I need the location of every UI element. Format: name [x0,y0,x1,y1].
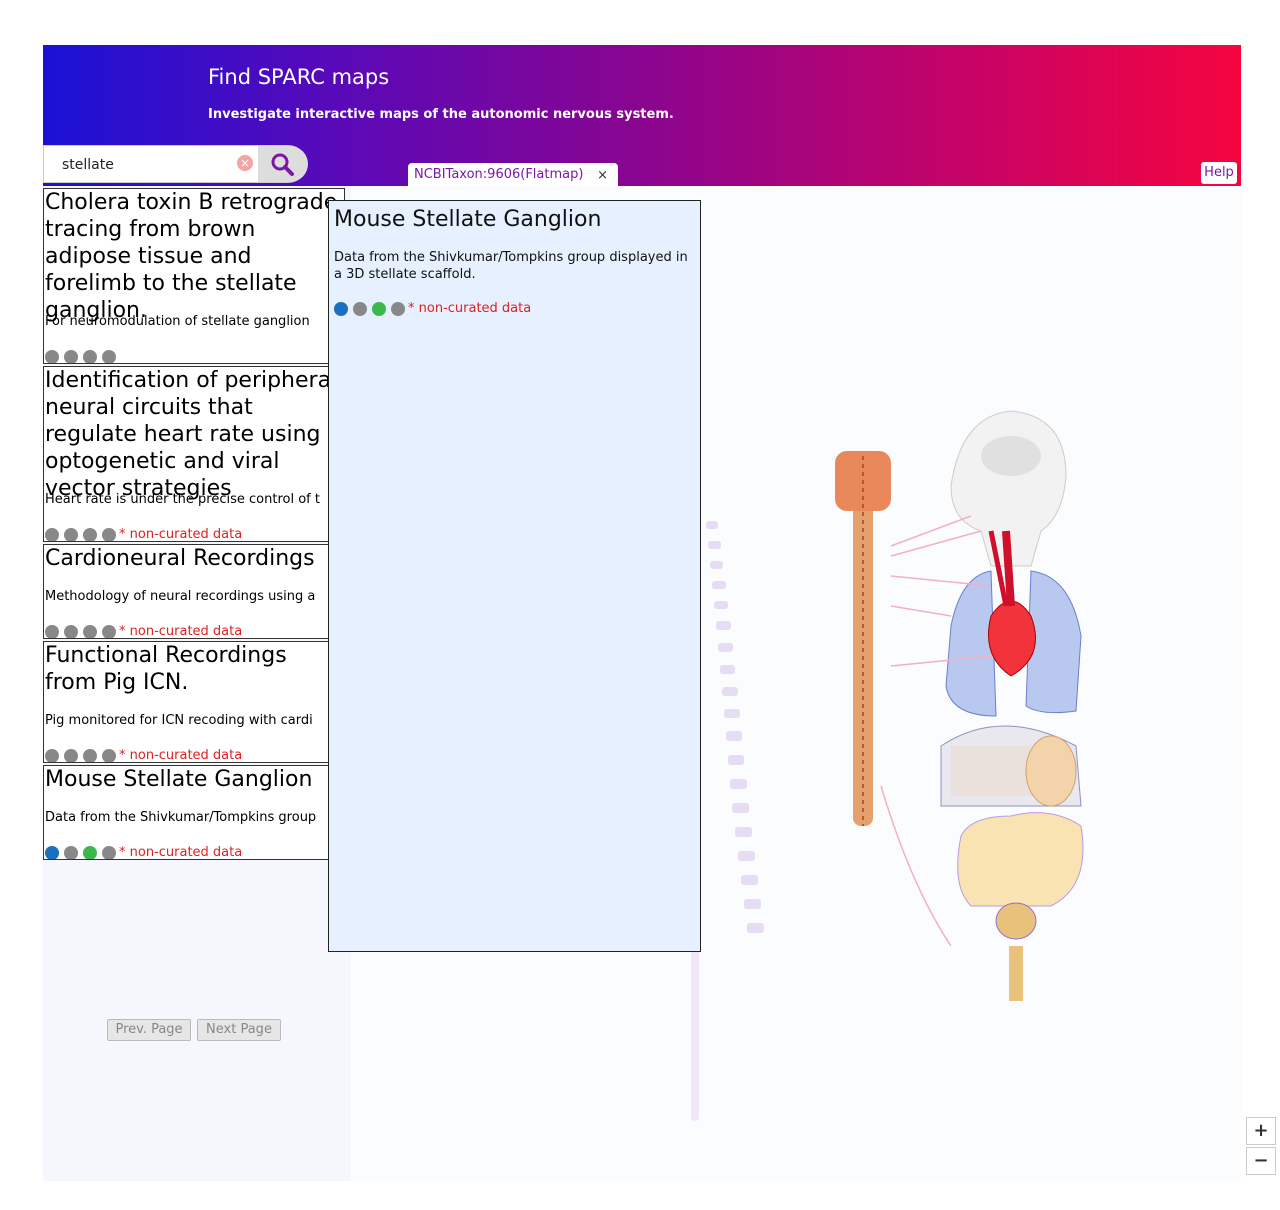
result-description: For neuromodulation of stellate ganglion [45,314,310,329]
status-dot[interactable] [45,349,59,363]
status-dot[interactable] [372,301,386,316]
search-bar: × [43,145,308,183]
tab-flatmap[interactable]: NCBITaxon:9606(Flatmap) × [408,163,618,186]
tab-label: NCBITaxon:9606(Flatmap) [414,167,584,182]
header-banner: Find SPARC maps Investigate interactive … [43,45,1241,186]
help-button[interactable]: Help [1201,162,1237,184]
status-dot[interactable] [64,845,78,859]
clear-search-icon[interactable]: × [237,155,253,171]
status-dot[interactable] [102,349,116,363]
search-button[interactable] [258,146,308,182]
dataset-popup: Mouse Stellate Ganglion Data from the Sh… [328,200,701,952]
search-input[interactable] [60,154,234,176]
status-dot[interactable] [391,301,405,316]
noncurated-label: * non-curated data [119,748,243,763]
status-dot[interactable] [83,748,97,762]
spine-decoration [691,521,764,1121]
result-title[interactable]: Identification of peripheral neural circ… [44,367,344,502]
result-card[interactable]: Cholera toxin B retrograde tracing from … [43,188,345,364]
result-dots: * non-curated data [45,745,242,762]
result-description: Methodology of neural recordings using a [45,589,316,604]
status-dot[interactable] [83,527,97,541]
status-dot[interactable] [83,624,97,638]
status-dot[interactable] [102,845,116,859]
search-icon [271,153,294,176]
noncurated-label: * non-curated data [119,527,243,542]
status-dot[interactable] [45,527,59,541]
status-dot[interactable] [64,349,78,363]
zoom-in-button[interactable]: + [1246,1117,1276,1145]
result-description: Heart rate is under the precise control … [45,492,320,507]
result-description: Data from the Shivkumar/Tompkins group [45,810,317,825]
status-dot[interactable] [45,748,59,762]
status-dot[interactable] [64,527,78,541]
result-card[interactable]: Mouse Stellate Ganglion Data from the Sh… [43,765,345,860]
result-dots: * non-curated data [45,842,242,859]
status-dot[interactable] [83,845,97,859]
result-description: Pig monitored for ICN recoding with card… [45,713,313,728]
status-dot[interactable] [102,624,116,638]
page-subtitle: Investigate interactive maps of the auto… [208,107,674,122]
result-title[interactable]: Functional Recordings from Pig ICN. [44,642,344,696]
result-card[interactable]: Functional Recordings from Pig ICN. Pig … [43,641,345,763]
abdomen-organs [940,725,1084,1001]
noncurated-label: * non-curated data [408,301,532,316]
result-card[interactable]: Identification of peripheral neural circ… [43,366,345,542]
close-tab-icon[interactable]: × [597,164,608,187]
result-card[interactable]: Cardioneural Recordings Methodology of n… [43,544,345,639]
result-title[interactable]: Cardioneural Recordings [44,545,344,572]
status-dot[interactable] [45,845,59,859]
status-dot[interactable] [64,748,78,762]
result-title[interactable]: Cholera toxin B retrograde tracing from … [44,189,344,324]
spinal-cord-column [835,451,891,826]
prev-page-button[interactable]: Prev. Page [107,1019,191,1041]
popup-dots: * non-curated data [334,298,531,317]
status-dot[interactable] [334,301,348,316]
result-dots [45,346,121,363]
popup-description: Data from the Shivkumar/Tompkins group d… [334,250,688,282]
zoom-out-button[interactable]: − [1246,1147,1276,1175]
status-dot[interactable] [45,624,59,638]
noncurated-label: * non-curated data [119,624,243,639]
status-dot[interactable] [102,748,116,762]
status-dot[interactable] [353,301,367,316]
status-dot[interactable] [64,624,78,638]
next-page-button[interactable]: Next Page [197,1019,281,1041]
result-title[interactable]: Mouse Stellate Ganglion [44,766,344,793]
status-dot[interactable] [102,527,116,541]
page-title: Find SPARC maps [208,65,390,89]
results-sidebar: Cholera toxin B retrograde tracing from … [43,186,351,1181]
status-dot[interactable] [83,349,97,363]
popup-title: Mouse Stellate Ganglion [334,207,602,232]
result-dots: * non-curated data [45,621,242,638]
noncurated-label: * non-curated data [119,845,243,860]
result-dots: * non-curated data [45,524,242,541]
